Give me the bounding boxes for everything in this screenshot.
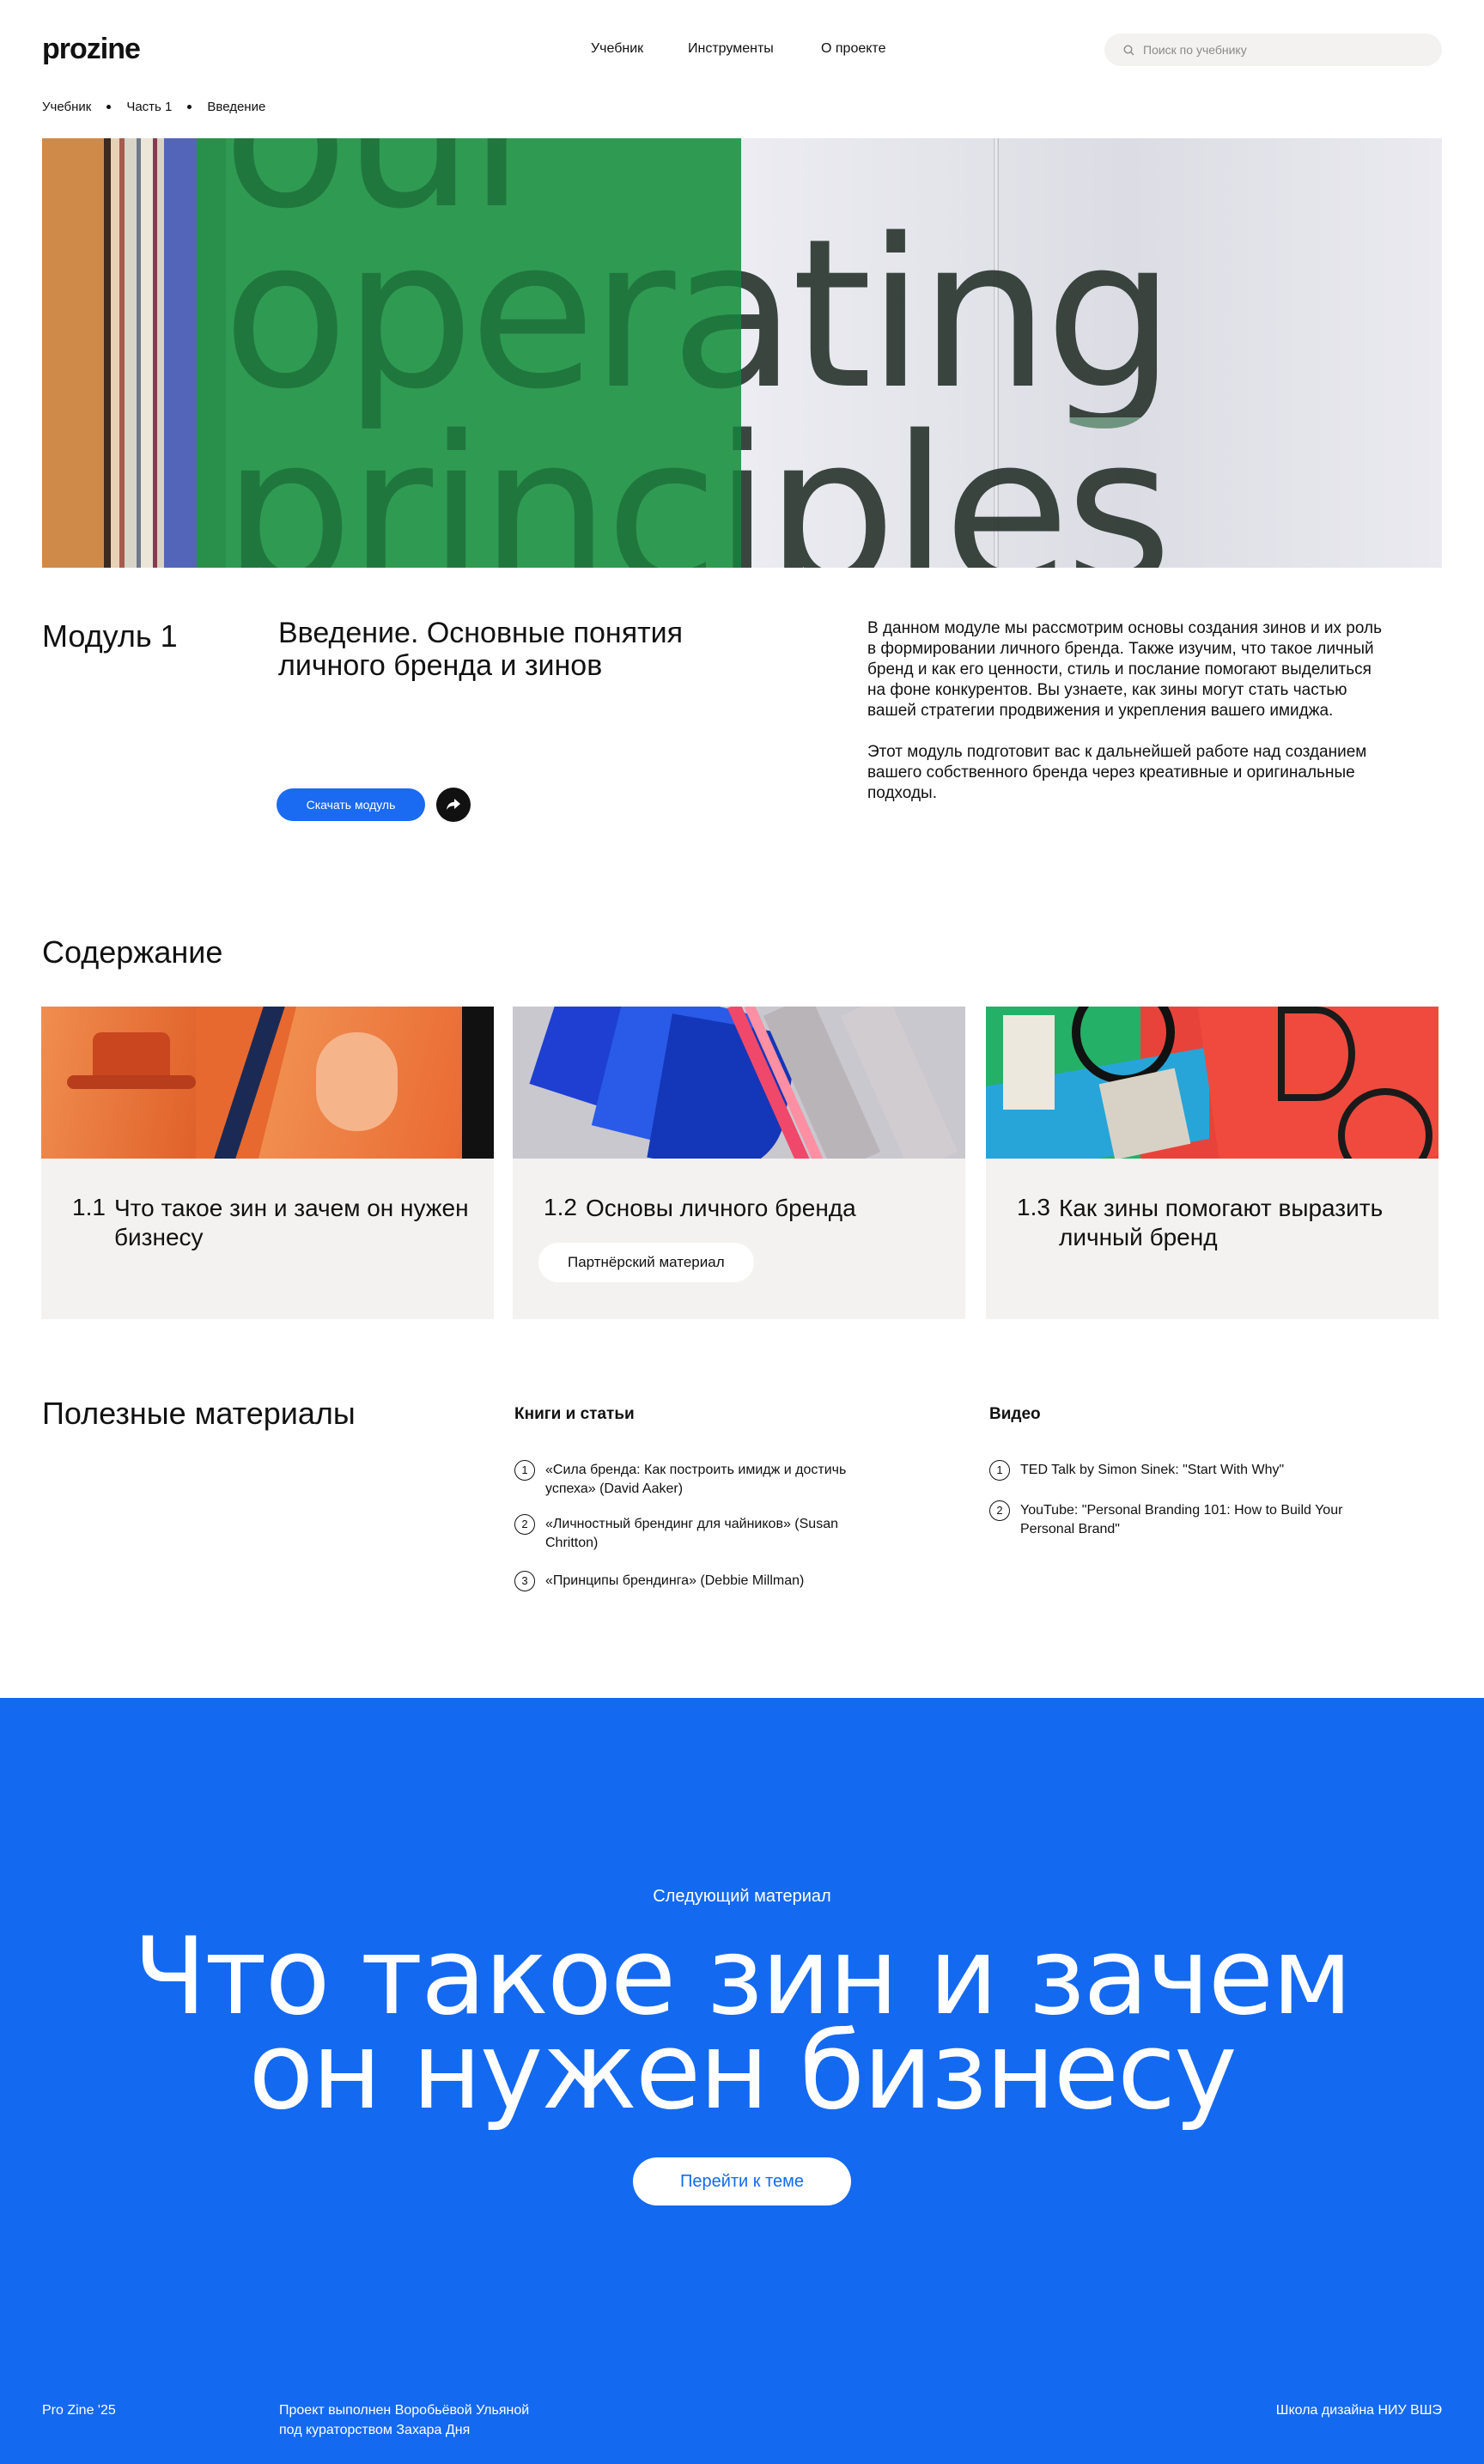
content-card-1-1[interactable]: 1.1 Что такое зин и зачем он нужен бизне… bbox=[41, 1007, 494, 1319]
card-number: 1.3 bbox=[1017, 1194, 1050, 1220]
module-label: Модуль 1 bbox=[42, 618, 178, 654]
module-description: В данном модуле мы рассмотрим основы соз… bbox=[867, 618, 1383, 824]
card-number: 1.2 bbox=[544, 1194, 577, 1220]
module-title: Введение. Основные понятия личного бренд… bbox=[278, 617, 684, 682]
content-card-1-2[interactable]: 1.2 Основы личного бренда Партнёрский ма… bbox=[513, 1007, 965, 1319]
card-title: Что такое зин и зачем он нужен бизнесу bbox=[114, 1195, 469, 1250]
breadcrumb-item-part[interactable]: Часть 1 bbox=[126, 100, 172, 114]
nav-about[interactable]: О проекте bbox=[821, 41, 885, 57]
books-title: Книги и статьи bbox=[514, 1405, 635, 1423]
search-icon bbox=[1123, 44, 1134, 55]
materials-title: Полезные материалы bbox=[42, 1396, 356, 1431]
search-placeholder: Поиск по учебнику bbox=[1143, 43, 1247, 57]
card-image-1-1 bbox=[41, 1007, 494, 1159]
book-item[interactable]: 1 «Сила бренда: Как построить имидж и до… bbox=[514, 1460, 875, 1499]
card-image-1-3 bbox=[986, 1007, 1438, 1159]
card-image-1-2 bbox=[513, 1007, 965, 1159]
download-module-button[interactable]: Скачать модуль bbox=[277, 788, 425, 821]
breadcrumb-separator bbox=[187, 105, 192, 109]
footer-credits-line-1: Проект выполнен Воробьёвой Ульяной bbox=[279, 2403, 530, 2418]
card-title: Основы личного бренда bbox=[586, 1195, 856, 1221]
next-material-title: Что такое зин и зачем он нужен бизнесу bbox=[0, 1924, 1484, 2125]
book-item[interactable]: 3 «Принципы брендинга» (Debbie Millman) bbox=[514, 1571, 875, 1591]
next-material-label: Следующий материал bbox=[653, 1887, 831, 1906]
nav-textbook[interactable]: Учебник bbox=[591, 41, 643, 57]
card-title: Как зины помогают выразить личный бренд bbox=[1059, 1195, 1384, 1250]
hero-paper-stack bbox=[42, 138, 226, 568]
video-title: Видео bbox=[989, 1405, 1041, 1423]
item-number: 1 bbox=[514, 1460, 535, 1481]
item-number: 2 bbox=[514, 1514, 535, 1535]
item-text: YouTube: "Personal Branding 101: How to … bbox=[1020, 1503, 1343, 1536]
share-icon bbox=[447, 799, 460, 810]
video-item[interactable]: 2 YouTube: "Personal Branding 101: How t… bbox=[989, 1500, 1367, 1539]
item-number: 3 bbox=[514, 1571, 535, 1591]
nav-tools[interactable]: Инструменты bbox=[688, 41, 774, 57]
page: prozine Учебник Инструменты О проекте По… bbox=[0, 0, 1484, 2464]
share-button[interactable] bbox=[436, 788, 471, 822]
breadcrumb: Учебник Часть 1 Введение bbox=[42, 100, 265, 114]
video-item[interactable]: 1 TED Talk by Simon Sinek: "Start With W… bbox=[989, 1460, 1367, 1481]
go-to-topic-button[interactable]: Перейти к теме bbox=[633, 2157, 851, 2205]
partner-badge: Партнёрский материал bbox=[538, 1243, 754, 1282]
logo[interactable]: prozine bbox=[42, 33, 141, 66]
search-input[interactable]: Поиск по учебнику bbox=[1104, 33, 1442, 66]
next-material-section: Следующий материал Что такое зин и зачем… bbox=[0, 1698, 1484, 2464]
footer-credits-line-2: под кураторством Захара Дня bbox=[279, 2423, 471, 2437]
item-text: TED Talk by Simon Sinek: "Start With Why… bbox=[1020, 1463, 1285, 1477]
hero-image: our operating principles operating princ… bbox=[42, 138, 1442, 568]
item-text: «Сила бренда: Как построить имидж и дост… bbox=[545, 1463, 847, 1496]
item-number: 2 bbox=[989, 1500, 1010, 1521]
item-text: «Принципы брендинга» (Debbie Millman) bbox=[545, 1573, 805, 1588]
item-number: 1 bbox=[989, 1460, 1010, 1481]
breadcrumb-separator bbox=[106, 105, 112, 109]
book-item[interactable]: 2 «Личностный брендинг для чайников» (Su… bbox=[514, 1514, 875, 1553]
card-number: 1.1 bbox=[72, 1194, 106, 1220]
footer-credits: Проект выполнен Воробьёвой Ульяной под к… bbox=[279, 2400, 529, 2440]
module-description-paragraph-2: Этот модуль подготовит вас к дальнейшей … bbox=[867, 743, 1367, 802]
item-text: «Личностный брендинг для чайников» (Susa… bbox=[545, 1517, 838, 1550]
content-card-1-3[interactable]: 1.3 Как зины помогают выразить личный бр… bbox=[986, 1007, 1438, 1319]
breadcrumb-item-textbook[interactable]: Учебник bbox=[42, 100, 91, 114]
footer-school[interactable]: Школа дизайна НИУ ВШЭ bbox=[1276, 2400, 1442, 2420]
breadcrumb-item-current: Введение bbox=[207, 100, 266, 114]
footer-copyright: Pro Zine '25 bbox=[42, 2403, 116, 2418]
module-description-paragraph-1: В данном модуле мы рассмотрим основы соз… bbox=[867, 619, 1382, 720]
contents-title: Содержание bbox=[42, 934, 223, 970]
